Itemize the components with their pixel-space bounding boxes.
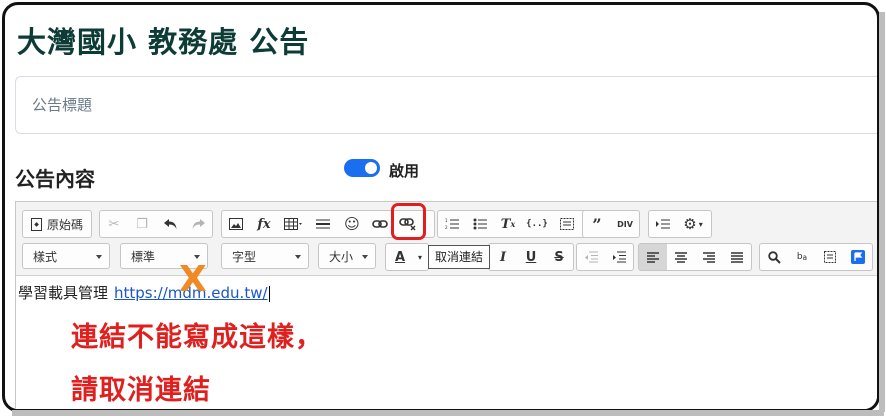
align-right-icon[interactable]	[695, 244, 723, 270]
image-icon[interactable]	[222, 211, 250, 237]
frame-shadow-bottom	[12, 410, 884, 416]
strikethrough-button[interactable]: S	[545, 244, 573, 270]
size-select-label: 大小	[329, 249, 354, 264]
align-left-icon[interactable]	[639, 244, 667, 270]
unlink-tooltip: 取消連結	[428, 245, 491, 269]
source-label: 原始碼	[47, 217, 84, 232]
svg-text:1: 1	[445, 218, 448, 223]
misc-group: ba	[759, 243, 873, 271]
horizontal-line-icon[interactable]	[308, 211, 338, 237]
settings-gear-icon[interactable]: ⚙ ▾	[677, 211, 709, 237]
redo-icon[interactable]	[184, 211, 212, 237]
unlink-highlight-box	[391, 203, 426, 240]
formula-icon[interactable]: fx	[250, 211, 278, 237]
font-select-label: 字型	[232, 249, 257, 264]
block-group: ” DIV	[582, 210, 640, 238]
align-center-icon[interactable]	[667, 244, 695, 270]
bullet-list-icon[interactable]	[466, 211, 494, 237]
link-icon[interactable]	[366, 211, 394, 237]
show-blocks-icon[interactable]	[552, 211, 582, 237]
outdent-icon[interactable]	[577, 244, 605, 270]
page-title: 大灣國小 教務處 公告	[17, 25, 310, 59]
search-icon[interactable]	[760, 244, 788, 270]
blockquote-icon[interactable]: ”	[583, 211, 611, 237]
clipboard-group: ✂ ❐	[99, 210, 213, 238]
title-field-box	[15, 76, 877, 134]
div-container-icon[interactable]: DIV	[611, 211, 639, 237]
chevron-down-icon	[295, 255, 301, 259]
code-snippet-icon[interactable]: {..}	[522, 211, 552, 237]
content-label: 公告內容	[15, 167, 95, 191]
list-group: 12 Tx {..}	[437, 210, 587, 238]
indent-group	[576, 243, 634, 271]
enable-toggle-label: 啟用	[389, 162, 420, 180]
flag-icon[interactable]	[844, 244, 872, 270]
table-icon[interactable]	[278, 211, 308, 237]
smiley-icon[interactable]: ☺	[338, 211, 366, 237]
undo-icon[interactable]	[156, 211, 184, 237]
indent-list-icon[interactable]	[649, 211, 677, 237]
enable-toggle[interactable]	[344, 159, 380, 177]
window-frame: 大灣國小 教務處 公告 公告內容 啟用 ◆ 原始碼 ✂ ❐	[2, 2, 880, 412]
chevron-down-icon	[96, 255, 102, 259]
title-input[interactable]	[30, 95, 734, 115]
styles-select[interactable]: 樣式	[22, 243, 110, 269]
cut-icon[interactable]: ✂	[100, 211, 128, 237]
styles-select-label: 樣式	[33, 249, 58, 264]
chevron-down-icon	[362, 255, 368, 259]
text-cursor	[268, 285, 270, 302]
copy-icon[interactable]: ❐	[128, 211, 156, 237]
text-style-group: I U S	[488, 243, 574, 271]
remove-format-icon[interactable]: Tx	[494, 211, 522, 237]
underline-button[interactable]: U	[517, 244, 545, 270]
indent-icon[interactable]	[605, 244, 633, 270]
italic-button[interactable]: I	[489, 244, 517, 270]
font-select[interactable]: 字型	[221, 243, 309, 269]
tools-group: ⚙ ▾	[648, 210, 712, 238]
replace-icon[interactable]: ba	[788, 244, 816, 270]
color-group: A ▾	[385, 243, 429, 271]
source-group: ◆ 原始碼	[22, 210, 93, 238]
numbered-list-icon[interactable]: 12	[438, 211, 466, 237]
editor-content[interactable]: 學習載具管理 https://mdm.edu.tw/	[18, 282, 270, 303]
select-all-icon[interactable]	[816, 244, 844, 270]
format-select-label: 標準	[131, 249, 156, 264]
frame-shadow-right	[879, 12, 885, 412]
align-group	[638, 243, 752, 271]
warning-annotation-line1: 連結不能寫成這樣，	[71, 322, 323, 353]
source-button[interactable]: ◆ 原始碼	[23, 211, 91, 237]
font-color-button[interactable]: A	[386, 244, 414, 270]
chevron-down-icon[interactable]: ▾	[414, 244, 426, 270]
warning-annotation-line2: 請取消連結	[71, 375, 211, 406]
content-text: 學習載具管理	[18, 284, 109, 302]
source-doc-icon: ◆	[31, 217, 42, 231]
toggle-knob	[365, 162, 377, 174]
x-mark-annotation: X	[179, 259, 207, 300]
svg-text:2: 2	[445, 225, 448, 230]
size-select[interactable]: 大小	[318, 243, 376, 269]
align-justify-icon[interactable]	[723, 244, 751, 270]
